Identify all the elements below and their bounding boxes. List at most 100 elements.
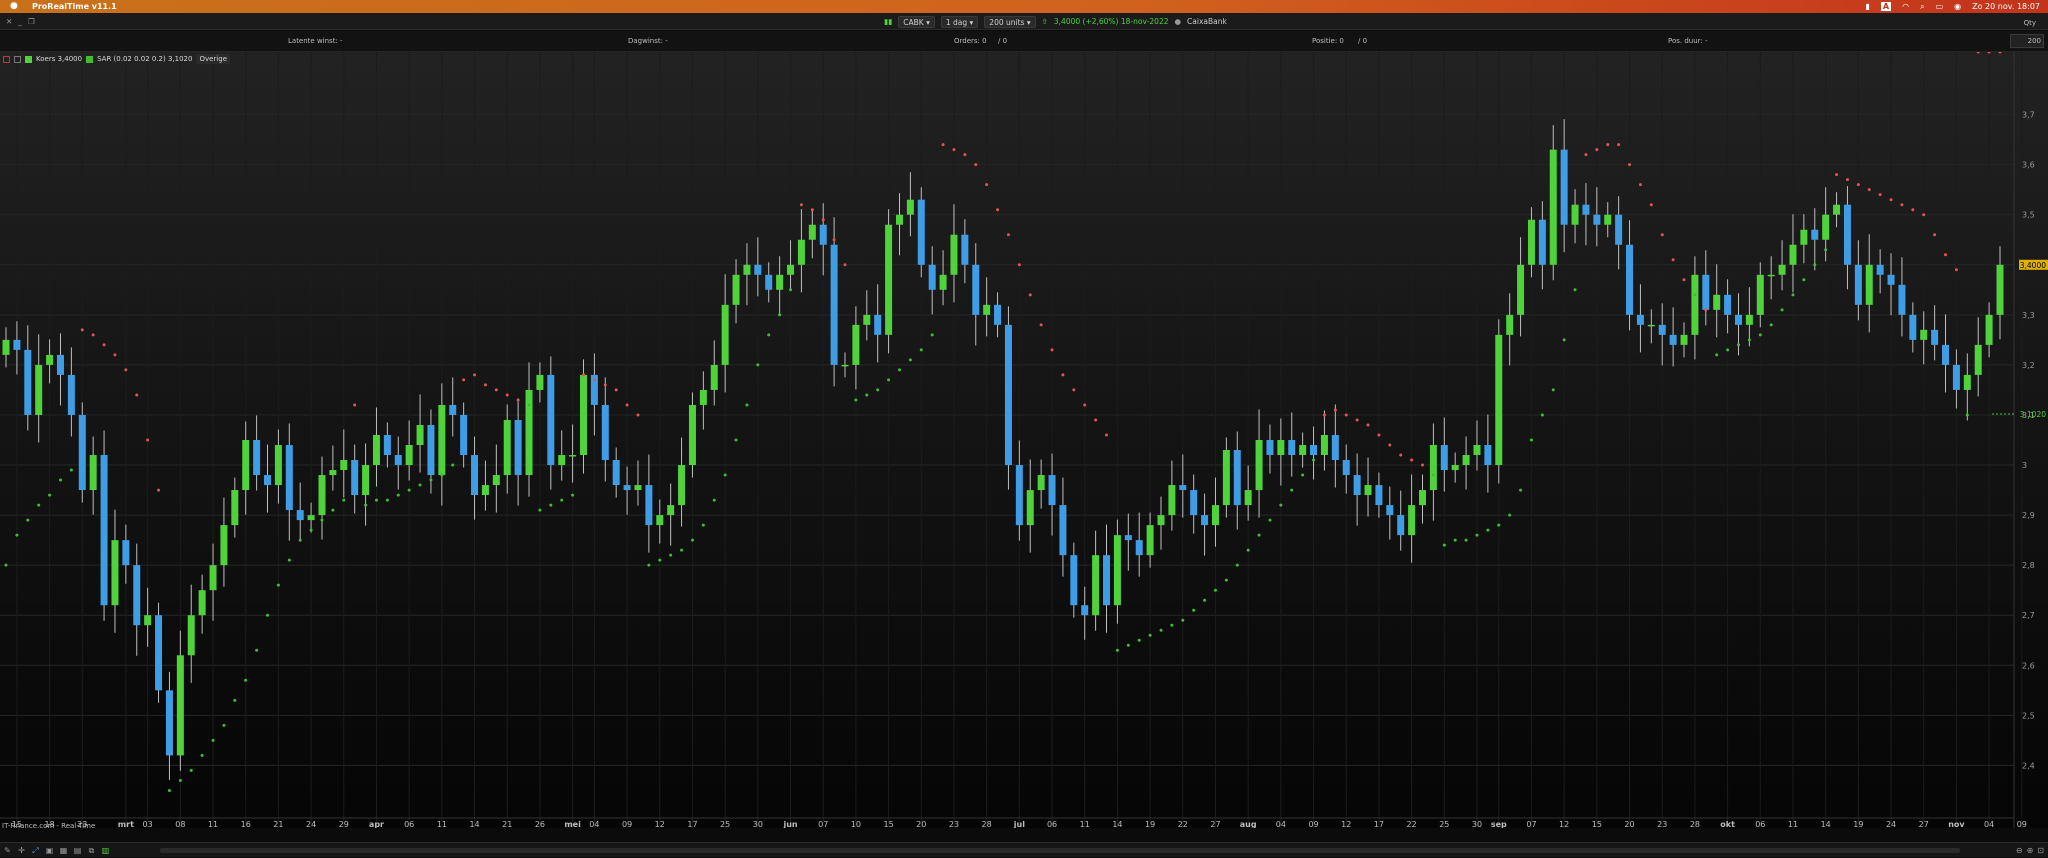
zoom-fit-icon[interactable]: ⊡	[2037, 843, 2044, 858]
sar-dot	[1802, 278, 1806, 282]
indicator-icon[interactable]: ▮	[1866, 0, 1870, 13]
search-icon[interactable]: ⌕	[1920, 0, 1924, 13]
position-count[interactable]: Positie: 0	[1312, 31, 1344, 52]
candle-body	[1898, 284, 1906, 315]
zoom-in-icon[interactable]: ⊕	[2027, 843, 2034, 858]
status-dot-icon: ●	[1174, 17, 1182, 26]
candle-body	[1288, 440, 1296, 456]
legend-overige[interactable]: Overige	[196, 54, 231, 64]
candle-body	[994, 304, 1002, 325]
chart-type-icon[interactable]: ▮▮	[884, 13, 892, 30]
sar-dot	[1442, 543, 1446, 547]
candle-body	[928, 264, 936, 290]
zoom-out-icon[interactable]: ⊖	[2016, 843, 2023, 858]
sar-dot	[1246, 548, 1250, 552]
candle-body	[1135, 540, 1143, 556]
x-tick-label: 12	[655, 820, 665, 828]
units-select[interactable]: 200 units ▾	[984, 15, 1036, 28]
candle-body	[721, 304, 729, 365]
datetime[interactable]: Zo 20 nov. 18:07	[1972, 0, 2040, 13]
candle-body	[1506, 314, 1514, 335]
candle-body	[1179, 485, 1187, 491]
orders-total[interactable]: / 0	[998, 31, 1007, 52]
sar-dot	[1453, 538, 1457, 542]
sar-dot	[1203, 598, 1207, 602]
minimize-icon[interactable]: _	[18, 13, 22, 30]
crosshair-icon[interactable]: ✛	[16, 843, 27, 858]
candle-body	[1419, 490, 1427, 506]
screens-icon[interactable]: ⧉	[86, 843, 97, 858]
maximize-icon[interactable]: ❐	[28, 13, 35, 30]
sar-dot	[80, 328, 84, 332]
sar-dot	[1126, 643, 1130, 647]
cursor-icon[interactable]: ⤢	[30, 843, 41, 858]
x-tick-label: 04	[1984, 820, 1994, 828]
sar-value-label: 3,1020	[2020, 410, 2046, 419]
candle-body	[688, 404, 696, 466]
sar-dot	[1769, 323, 1773, 327]
sar-dot	[908, 358, 912, 362]
sar-dot	[1072, 388, 1076, 392]
candle-body	[274, 445, 282, 486]
sar-dot	[680, 548, 684, 552]
legend-koers[interactable]: Koers 3,4000	[36, 54, 82, 64]
chart-legend: Koers 3,4000 SAR (0.02 0.02 0.2) 3,1020 …	[3, 54, 231, 64]
x-tick-label: 27	[1210, 820, 1220, 828]
pencil-icon[interactable]: ✎	[2, 843, 13, 858]
sar-dot	[1573, 288, 1577, 292]
position-total[interactable]: / 0	[1358, 31, 1367, 52]
indicator-add-icon[interactable]: ▥	[100, 843, 111, 858]
x-tick-label: sep	[1491, 820, 1507, 828]
window-icon[interactable]: ▣	[44, 843, 55, 858]
candle-body	[1680, 334, 1688, 345]
timeline-scrollbar[interactable]	[160, 848, 1960, 853]
qty-box[interactable]: Qty	[2024, 15, 2036, 32]
candle-body	[460, 414, 468, 456]
app-name[interactable]: ProRealTime v11.1	[32, 0, 117, 13]
sar-dot	[1835, 173, 1839, 177]
candle-body	[1484, 445, 1492, 466]
candle-body	[318, 475, 326, 516]
sar-dot	[1671, 258, 1675, 262]
legend-sar[interactable]: SAR (0.02 0.02 0.2) 3,1020	[97, 54, 192, 64]
company-name: CaixaBank	[1187, 17, 1227, 26]
sar-dot	[146, 438, 150, 442]
control-icon[interactable]: ▭	[1936, 0, 1944, 13]
sar-dot	[1845, 178, 1849, 182]
close-panel-icon[interactable]	[3, 55, 10, 63]
qty-input[interactable]: 200	[2010, 34, 2044, 48]
sar-color-icon	[86, 55, 94, 63]
a-icon[interactable]: A	[1880, 2, 1892, 11]
settings-panel-icon[interactable]	[14, 55, 21, 63]
candle-body	[1168, 485, 1176, 516]
sar-dot	[1889, 198, 1893, 202]
price-chart[interactable]: 2,42,52,62,72,82,933,13,23,33,43,53,63,7…	[0, 52, 2048, 828]
ticker-select[interactable]: CABK ▾	[898, 15, 935, 28]
candle-body	[710, 364, 718, 390]
sar-dot	[1006, 233, 1010, 237]
x-tick-label: 30	[753, 820, 763, 828]
apple-icon[interactable]: ●	[10, 0, 18, 13]
close-icon[interactable]: ✕	[6, 13, 12, 30]
orders-count[interactable]: Orders: 0	[954, 31, 987, 52]
sar-dot	[1039, 323, 1043, 327]
sar-dot	[789, 288, 793, 292]
sar-dot	[429, 478, 433, 482]
candle-body	[961, 234, 969, 265]
wifi-icon[interactable]: ◠	[1902, 0, 1909, 13]
y-tick-label: 3,2	[2022, 361, 2035, 370]
sar-dot	[985, 183, 989, 187]
sar-dot	[102, 343, 106, 347]
layout-icon[interactable]: ▤	[72, 843, 83, 858]
siri-icon[interactable]: ◉	[1954, 0, 1961, 13]
candle-body	[1048, 475, 1056, 506]
sar-dot	[658, 558, 662, 562]
timeframe-select[interactable]: 1 dag ▾	[940, 15, 979, 28]
sar-dot	[1867, 188, 1871, 192]
candle-body	[1222, 450, 1230, 506]
grid-icon[interactable]: ▦	[58, 843, 69, 858]
candle-body	[1342, 460, 1350, 476]
sar-dot	[1137, 638, 1141, 642]
candle-body	[438, 404, 446, 476]
candle-body	[841, 364, 849, 367]
